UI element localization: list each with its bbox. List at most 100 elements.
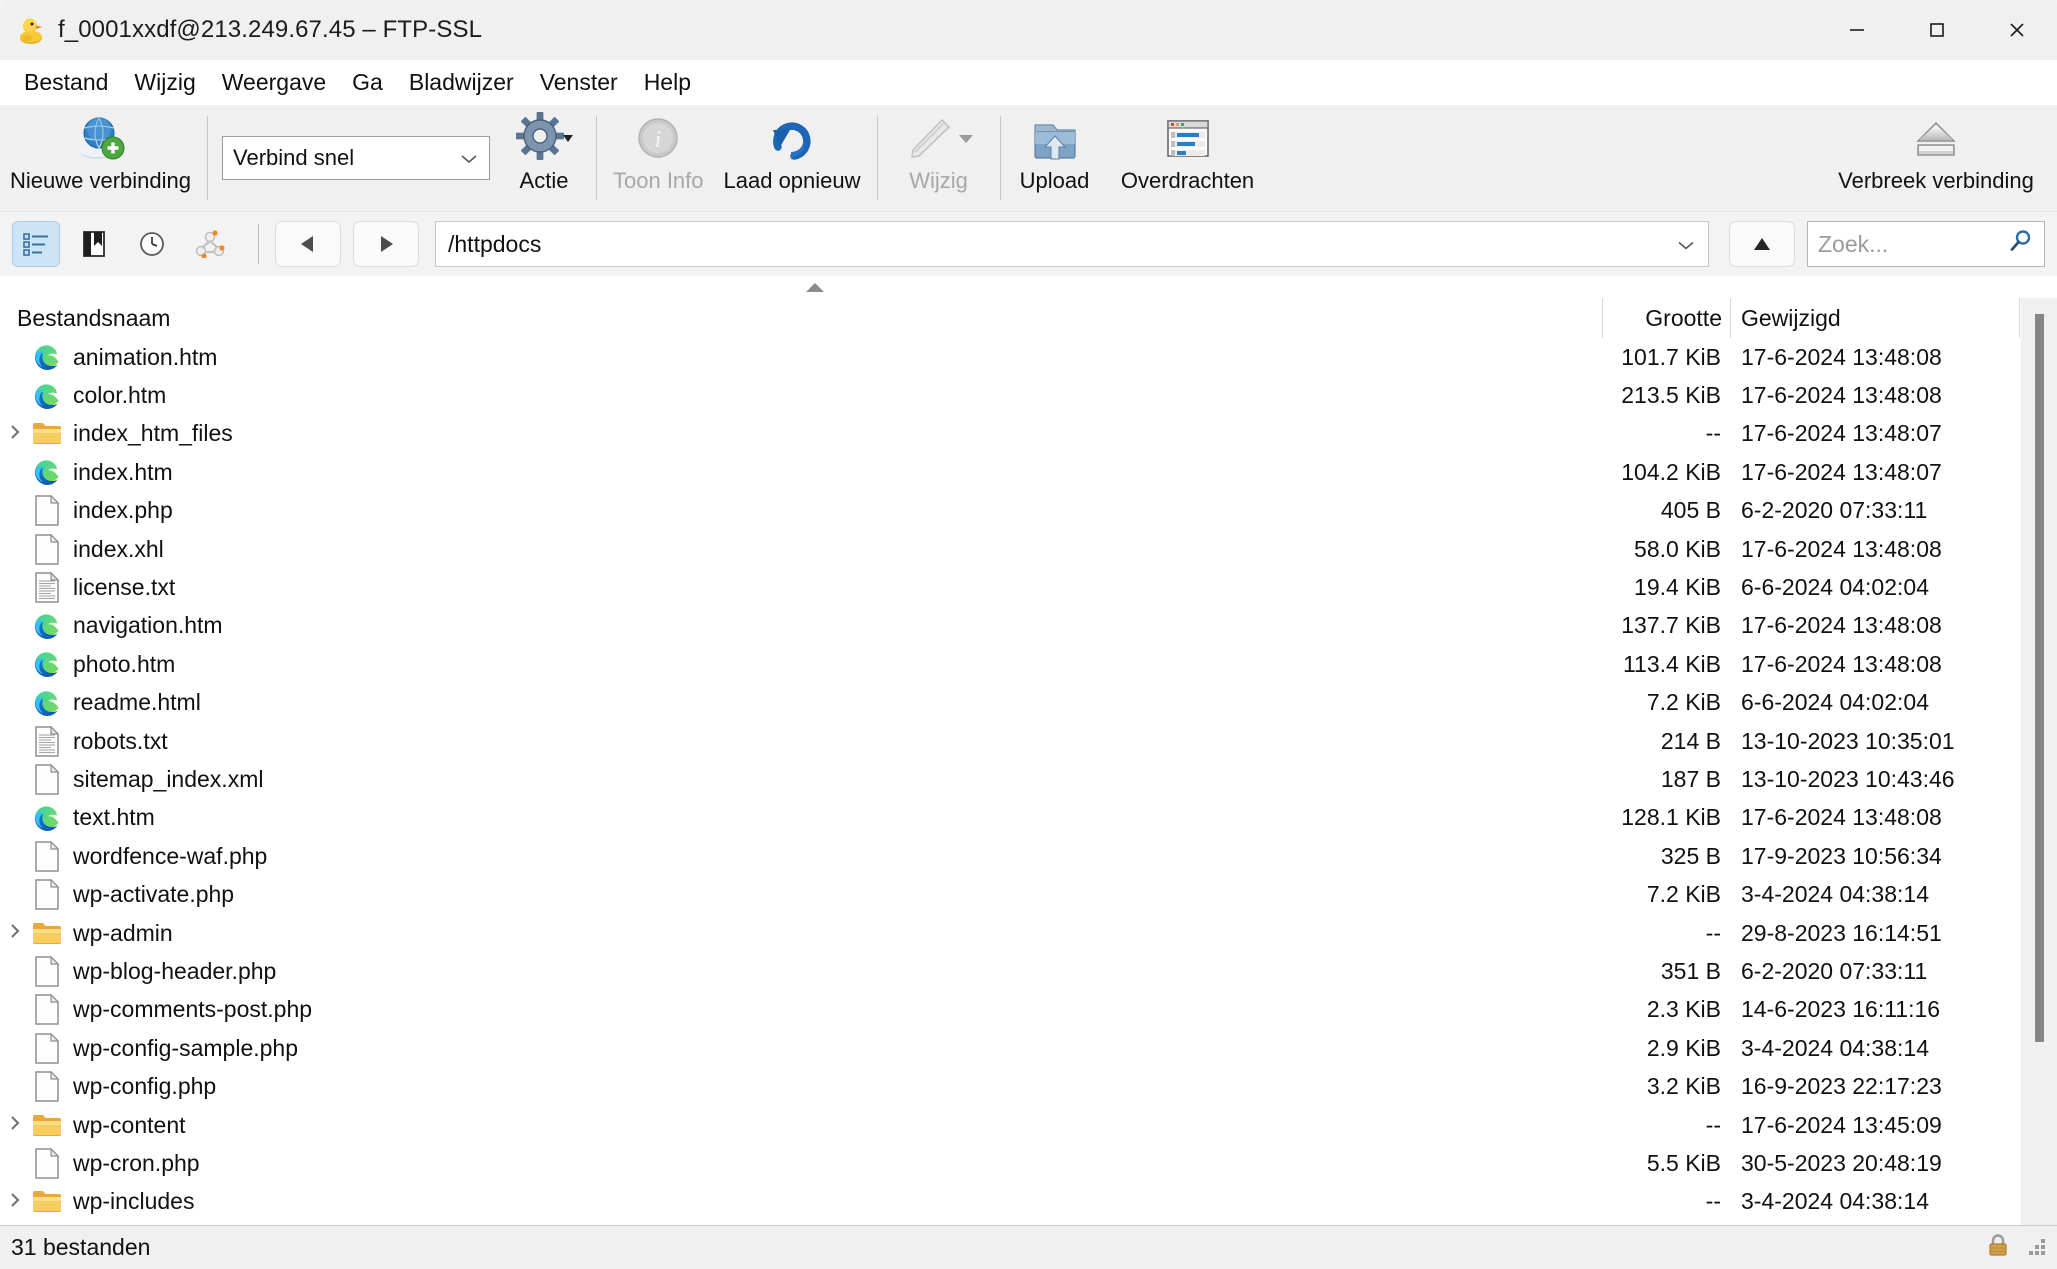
chevron-down-icon[interactable] <box>1676 231 1696 258</box>
maximize-button[interactable] <box>1897 0 1977 60</box>
file-modified: 3-4-2024 04:38:14 <box>1730 1188 2020 1215</box>
quick-connect-value: Verbind snel <box>233 145 354 171</box>
reload-button[interactable]: Laad opnieuw <box>714 105 871 211</box>
expand-chevron-icon[interactable] <box>0 1114 30 1136</box>
action-button[interactable]: Actie <box>498 105 590 211</box>
search-icon[interactable] <box>2008 229 2034 260</box>
menu-ga[interactable]: Ga <box>339 66 396 99</box>
transfer-window-icon <box>1163 111 1213 167</box>
file-size: 7.2 KiB <box>1602 881 1730 908</box>
blank-page-icon <box>30 764 64 795</box>
table-row[interactable]: navigation.htm137.7 KiB17-6-2024 13:48:0… <box>0 607 2020 645</box>
file-modified: 17-9-2023 10:56:34 <box>1730 843 2020 870</box>
table-row[interactable]: index.htm104.2 KiB17-6-2024 13:48:07 <box>0 453 2020 491</box>
search-input[interactable]: Zoek... <box>1807 221 2045 267</box>
quick-connect-input[interactable]: Verbind snel <box>222 136 490 180</box>
blank-page-icon <box>30 1033 64 1064</box>
file-name: index.php <box>64 497 1602 524</box>
edit-button[interactable]: Wijzig <box>884 105 994 211</box>
blank-page-icon <box>30 495 64 526</box>
column-header-modified[interactable]: Gewijzigd <box>1730 298 2020 338</box>
bookmark-icon[interactable] <box>70 221 118 267</box>
column-header-name[interactable]: Bestandsnaam <box>0 305 1602 332</box>
menu-wijzig[interactable]: Wijzig <box>121 66 208 99</box>
expand-chevron-icon[interactable] <box>0 1191 30 1213</box>
vertical-scrollbar[interactable] <box>2020 298 2057 1225</box>
expand-chevron-icon[interactable] <box>0 922 30 944</box>
menu-venster[interactable]: Venster <box>527 66 631 99</box>
minimize-button[interactable] <box>1817 0 1897 60</box>
table-row[interactable]: photo.htm113.4 KiB17-6-2024 13:48:08 <box>0 645 2020 683</box>
file-size: 351 B <box>1602 958 1730 985</box>
file-name: navigation.htm <box>64 612 1602 639</box>
file-size: 7.2 KiB <box>1602 689 1730 716</box>
table-row[interactable]: sitemap_index.xml187 B13-10-2023 10:43:4… <box>0 760 2020 798</box>
file-name: wordfence-waf.php <box>64 843 1602 870</box>
file-name: robots.txt <box>64 728 1602 755</box>
upload-button[interactable]: Upload <box>1007 105 1103 211</box>
resize-grip-icon[interactable] <box>2025 1237 2047 1259</box>
folder-icon <box>30 421 64 446</box>
blank-page-icon <box>30 879 64 910</box>
menu-bestand[interactable]: Bestand <box>11 66 121 99</box>
file-name: wp-content <box>64 1112 1602 1139</box>
table-row[interactable]: wp-includes--3-4-2024 04:38:14 <box>0 1183 2020 1221</box>
menu-help[interactable]: Help <box>631 66 704 99</box>
table-row[interactable]: color.htm213.5 KiB17-6-2024 13:48:08 <box>0 376 2020 414</box>
back-button[interactable] <box>275 221 341 267</box>
file-size: 101.7 KiB <box>1602 344 1730 371</box>
close-button[interactable] <box>1977 0 2057 60</box>
site-tree-icon[interactable] <box>186 221 234 267</box>
edge-browser-icon <box>30 612 64 640</box>
table-row[interactable]: readme.html7.2 KiB6-6-2024 04:02:04 <box>0 684 2020 722</box>
padlock-icon[interactable] <box>1985 1232 2011 1264</box>
show-info-label: Toon Info <box>613 168 704 194</box>
table-row[interactable]: wp-content--17-6-2024 13:45:09 <box>0 1106 2020 1144</box>
table-row[interactable]: index_htm_files--17-6-2024 13:48:07 <box>0 415 2020 453</box>
file-modified: 3-4-2024 04:38:14 <box>1730 881 2020 908</box>
file-name: text.htm <box>64 804 1602 831</box>
table-row[interactable]: index.xhl58.0 KiB17-6-2024 13:48:08 <box>0 530 2020 568</box>
table-row[interactable]: wp-config.php3.2 KiB16-9-2023 22:17:23 <box>0 1067 2020 1105</box>
blank-page-icon <box>30 1071 64 1102</box>
pencil-icon <box>902 111 976 167</box>
table-row[interactable]: wp-comments-post.php2.3 KiB14-6-2023 16:… <box>0 991 2020 1029</box>
clock-history-icon[interactable] <box>128 221 176 267</box>
scrollbar-thumb[interactable] <box>2035 314 2044 1042</box>
show-info-button[interactable]: i Toon Info <box>603 105 714 211</box>
table-row[interactable]: wp-config-sample.php2.9 KiB3-4-2024 04:3… <box>0 1029 2020 1067</box>
table-row[interactable]: wp-cron.php5.5 KiB30-5-2023 20:48:19 <box>0 1144 2020 1182</box>
table-row[interactable]: wp-admin--29-8-2023 16:14:51 <box>0 914 2020 952</box>
table-row[interactable]: wp-blog-header.php351 B6-2-2020 07:33:11 <box>0 952 2020 990</box>
table-row[interactable]: text.htm128.1 KiB17-6-2024 13:48:08 <box>0 799 2020 837</box>
disconnect-button[interactable]: Verbreek verbinding <box>1827 105 2057 211</box>
menu-weergave[interactable]: Weergave <box>209 66 339 99</box>
list-view-icon[interactable] <box>12 221 60 267</box>
new-connection-button[interactable]: Nieuwe verbinding <box>0 105 201 211</box>
text-page-icon <box>30 726 64 757</box>
transfers-label: Overdrachten <box>1121 168 1254 194</box>
file-modified: 29-8-2023 16:14:51 <box>1730 920 2020 947</box>
blank-page-icon <box>30 841 64 872</box>
table-row[interactable]: animation.htm101.7 KiB17-6-2024 13:48:08 <box>0 338 2020 376</box>
expand-chevron-icon[interactable] <box>0 423 30 445</box>
file-name: index_htm_files <box>64 420 1602 447</box>
menu-bladwijzer[interactable]: Bladwijzer <box>396 66 527 99</box>
path-value: /httpdocs <box>448 231 541 258</box>
up-directory-button[interactable] <box>1729 221 1795 267</box>
file-name: wp-comments-post.php <box>64 996 1602 1023</box>
forward-button[interactable] <box>353 221 419 267</box>
file-rows-container: animation.htm101.7 KiB17-6-2024 13:48:08… <box>0 338 2020 1225</box>
path-input[interactable]: /httpdocs <box>435 221 1709 267</box>
file-modified: 30-5-2023 20:48:19 <box>1730 1150 2020 1177</box>
file-size: 113.4 KiB <box>1602 651 1730 678</box>
table-row[interactable]: wordfence-waf.php325 B17-9-2023 10:56:34 <box>0 837 2020 875</box>
transfers-button[interactable]: Overdrachten <box>1103 105 1273 211</box>
folder-upload-icon <box>1027 111 1083 167</box>
table-row[interactable]: license.txt19.4 KiB6-6-2024 04:02:04 <box>0 568 2020 606</box>
table-row[interactable]: index.php405 B6-2-2020 07:33:11 <box>0 492 2020 530</box>
file-size: 3.2 KiB <box>1602 1073 1730 1100</box>
table-row[interactable]: robots.txt214 B13-10-2023 10:35:01 <box>0 722 2020 760</box>
table-row[interactable]: wp-activate.php7.2 KiB3-4-2024 04:38:14 <box>0 875 2020 913</box>
column-header-size[interactable]: Grootte <box>1602 298 1730 338</box>
